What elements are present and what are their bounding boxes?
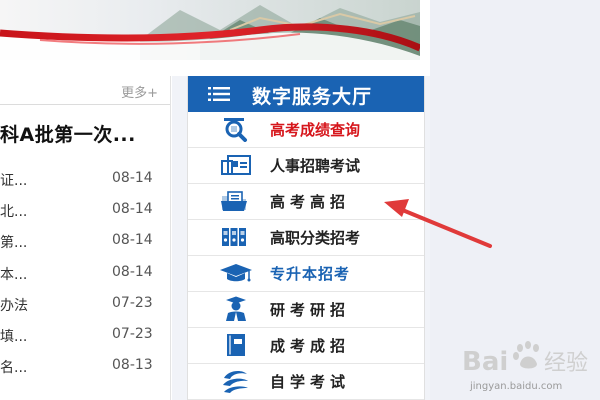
service-item-upgrade-exam[interactable]: 专升本招考 bbox=[188, 256, 424, 292]
id-card-icon bbox=[221, 155, 251, 175]
news-item-date: 08-14 bbox=[112, 263, 153, 280]
great-wall-banner-image bbox=[0, 0, 420, 60]
folder-icon bbox=[221, 191, 247, 211]
service-item-vocational-exam[interactable]: 高职分类招考 bbox=[188, 220, 424, 256]
news-item[interactable]: 第... 08-14 bbox=[0, 228, 170, 259]
top-banner bbox=[0, 0, 420, 60]
service-item-label: 成考成招 bbox=[270, 337, 351, 355]
more-link[interactable]: 更多+ bbox=[121, 82, 158, 101]
news-item[interactable]: 本... 08-14 bbox=[0, 260, 170, 291]
watermark-brand: Bai bbox=[462, 347, 508, 377]
watermark-url: jingyan.baidu.com bbox=[470, 381, 563, 392]
news-list: 证... 08-14 北... 08-14 第... 08-14 本... 08… bbox=[0, 166, 170, 384]
service-item-label: 高考高招 bbox=[270, 193, 351, 211]
news-panel: 更多+ 科A批第一次... 证... 08-14 北... 08-14 第...… bbox=[0, 76, 171, 400]
news-item[interactable]: 填... 07-23 bbox=[0, 322, 170, 353]
service-item-recruitment-exam[interactable]: 人事招聘考试 bbox=[188, 148, 424, 184]
news-headline[interactable]: 科A批第一次... bbox=[0, 120, 136, 147]
news-item[interactable]: 证... 08-14 bbox=[0, 166, 170, 197]
news-item-date: 08-14 bbox=[112, 201, 153, 218]
service-item-label: 自学考试 bbox=[270, 373, 351, 391]
news-item-title[interactable]: 证... bbox=[0, 170, 27, 190]
service-item-graduate-exam[interactable]: 研考研招 bbox=[188, 292, 424, 328]
news-item[interactable]: 名... 08-13 bbox=[0, 353, 170, 384]
news-item[interactable]: 北... 08-14 bbox=[0, 197, 170, 228]
graduation-cap-icon bbox=[220, 264, 252, 282]
service-item-gaokao-admission[interactable]: 高考高招 bbox=[188, 184, 424, 220]
news-item-title[interactable]: 本... bbox=[0, 264, 27, 284]
service-item-label: 研考研招 bbox=[270, 301, 351, 319]
news-item-date: 07-23 bbox=[112, 294, 153, 311]
graduate-icon bbox=[226, 296, 246, 321]
self-study-icon bbox=[223, 370, 248, 393]
news-item-date: 08-14 bbox=[112, 170, 153, 186]
service-hall-title: 数字服务大厅 bbox=[252, 86, 373, 108]
service-item-label: 人事招聘考试 bbox=[270, 157, 361, 175]
service-item-label: 高职分类招考 bbox=[270, 229, 361, 247]
digital-service-hall: 数字服务大厅 高考成绩查询 人事招聘考试 高考高招 高职分类招考 专升本招考 研… bbox=[187, 76, 425, 400]
book-icon bbox=[227, 334, 245, 356]
news-panel-header: 更多+ bbox=[0, 76, 170, 105]
service-item-label: 专升本招考 bbox=[270, 265, 351, 283]
news-item-title[interactable]: 第... bbox=[0, 232, 27, 252]
news-item-date: 08-13 bbox=[112, 357, 153, 374]
watermark-brand-suffix: 经验 bbox=[544, 351, 588, 376]
binders-icon bbox=[222, 228, 246, 246]
news-item-date: 07-23 bbox=[112, 325, 153, 342]
service-item-self-study-exam[interactable]: 自学考试 bbox=[188, 364, 424, 400]
service-item-adult-exam[interactable]: 成考成招 bbox=[188, 328, 424, 364]
news-item[interactable]: 办法 07-23 bbox=[0, 291, 170, 322]
service-item-gaokao-score[interactable]: 高考成绩查询 bbox=[188, 112, 424, 148]
news-item-date: 08-14 bbox=[112, 232, 153, 249]
magnifier-icon bbox=[224, 118, 247, 142]
news-item-title[interactable]: 名... bbox=[0, 357, 27, 377]
news-item-title[interactable]: 北... bbox=[0, 201, 27, 221]
news-item-title[interactable]: 填... bbox=[0, 326, 27, 346]
menu-list-icon bbox=[208, 87, 230, 101]
service-item-label: 高考成绩查询 bbox=[270, 121, 361, 139]
service-hall-header[interactable]: 数字服务大厅 bbox=[188, 76, 424, 112]
news-item-title[interactable]: 办法 bbox=[0, 295, 28, 315]
